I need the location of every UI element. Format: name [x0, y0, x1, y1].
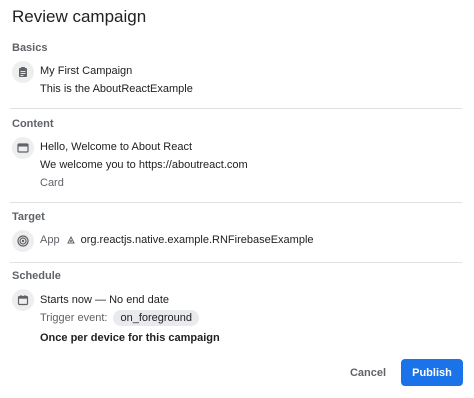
- message-layout: Card: [40, 177, 64, 189]
- card-message-icon: [12, 137, 34, 159]
- cancel-button[interactable]: Cancel: [342, 360, 394, 386]
- section-label-basics: Basics: [12, 42, 48, 54]
- trigger-event-chip: on_foreground: [113, 310, 200, 326]
- trigger-row: Trigger event: on_foreground: [40, 310, 200, 326]
- app-label: App: [40, 234, 60, 246]
- schedule-starts: Starts now — No end date: [40, 294, 170, 306]
- divider: [10, 108, 462, 109]
- publish-button[interactable]: Publish: [401, 359, 463, 386]
- divider: [10, 262, 462, 263]
- section-label-schedule: Schedule: [12, 270, 61, 282]
- clipboard-icon: [12, 61, 34, 83]
- schedule-frequency: Once per device for this campaign: [40, 332, 220, 344]
- divider: [10, 202, 462, 203]
- calendar-icon: [12, 289, 34, 311]
- dialog-title: Review campaign: [12, 7, 147, 26]
- app-icon: [66, 235, 77, 246]
- app-id: org.reactjs.native.example.RNFirebaseExa…: [80, 234, 314, 246]
- campaign-description: This is the AboutReactExample: [40, 83, 193, 95]
- section-label-content: Content: [12, 118, 54, 130]
- message-body: We welcome you to https://aboutreact.com: [40, 159, 248, 171]
- message-title: Hello, Welcome to About React: [40, 141, 193, 153]
- target-icon: [12, 230, 34, 252]
- target-app-row: App org.reactjs.native.example.RNFirebas…: [40, 234, 314, 246]
- campaign-name: My First Campaign: [40, 65, 133, 77]
- review-campaign-dialog: Review campaign Basics My First Campaign…: [0, 0, 474, 398]
- trigger-label: Trigger event:: [40, 312, 108, 324]
- section-label-target: Target: [12, 211, 45, 223]
